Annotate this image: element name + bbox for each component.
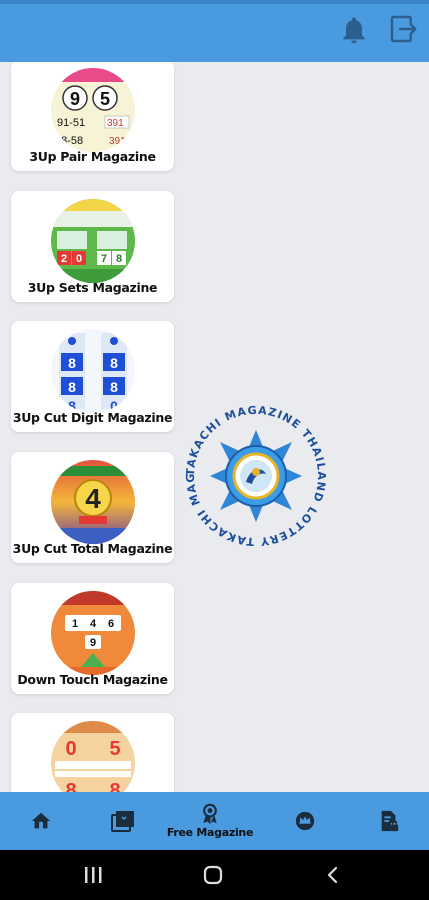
magazine-thumbnail: 1 4 6 9	[51, 591, 135, 675]
magazine-card-3up-cut-digit[interactable]: 8 8 8 8 8 0 3Up Cut Digit Magazine	[11, 321, 174, 432]
card-label: 3Up Cut Total Magazine	[12, 541, 173, 556]
logout-icon[interactable]	[388, 13, 420, 45]
magazine-thumbnail: 4	[51, 460, 135, 544]
card-label: Down Touch Magazine	[17, 672, 168, 687]
system-navigation-bar	[0, 850, 429, 900]
recent-apps-icon[interactable]	[82, 865, 104, 885]
thumb-number: 7	[101, 253, 107, 265]
thumb-number: 8	[109, 780, 120, 792]
magazine-thumbnail: 8 8 8 8 8 0	[51, 329, 135, 413]
status-bar-edge	[0, 0, 429, 4]
magazine-card-3up-cut-total[interactable]: 4 3Up Cut Total Magazine	[11, 452, 174, 563]
nav-gallery[interactable]	[102, 792, 144, 850]
home-icon	[31, 812, 51, 829]
magazine-card-3up-pair[interactable]: 9 5 91-51 391 98-58 391 3Up Pair Magazin…	[11, 62, 174, 171]
thumb-number: 6	[108, 618, 114, 630]
app-bar	[0, 0, 429, 62]
back-icon[interactable]	[322, 865, 344, 885]
card-label: 3Up Sets Magazine	[27, 280, 158, 295]
magazine-thumbnail: 2 0 7 8	[51, 199, 135, 283]
thumb-number: 8	[110, 379, 118, 395]
document-lock-icon	[381, 810, 399, 832]
nav-free-magazine[interactable]: Free Magazine	[160, 792, 260, 850]
thumb-number: 4	[90, 618, 97, 630]
thumb-number: 1	[72, 618, 78, 630]
thumb-number: 0	[65, 738, 76, 760]
thumb-number: 8	[116, 253, 122, 265]
thumb-number: 2	[61, 253, 67, 265]
nav-home[interactable]	[20, 792, 62, 850]
thumb-number: 5	[100, 89, 110, 109]
takachi-seal-logo: TAKACHI MAGAZINE THAILAND LOTTERY TAKACH…	[182, 402, 327, 548]
award-icon	[203, 803, 217, 824]
magazine-card-3up-sets[interactable]: 2 0 7 8 3Up Sets Magazine	[11, 191, 174, 302]
home-button-icon[interactable]	[202, 865, 224, 885]
crown-badge-icon	[295, 811, 315, 831]
magazine-card-down-touch[interactable]: 1 4 6 9 Down Touch Magazine	[11, 583, 174, 694]
thumb-number: 4	[85, 483, 101, 514]
magazine-thumbnail: 0 5 8 8	[51, 721, 135, 792]
thumb-number: 9	[90, 637, 96, 649]
card-label: 3Up Cut Digit Magazine	[12, 410, 173, 425]
card-label: 3Up Pair Magazine	[29, 149, 156, 164]
nav-label: Free Magazine	[166, 826, 254, 839]
thumb-number: 0	[76, 253, 82, 265]
thumb-number: 391	[109, 136, 126, 147]
magazine-thumbnail: 9 5 91-51 391 98-58 391	[51, 68, 135, 152]
thumb-number: 8	[68, 355, 76, 371]
nav-vip[interactable]	[284, 792, 326, 850]
bottom-navigation: Free Magazine	[0, 792, 429, 850]
photo-library-icon	[111, 811, 134, 832]
thumb-number: 9	[70, 89, 80, 109]
magazine-list: 9 5 91-51 391 98-58 391 3Up Pair Magazin…	[0, 62, 429, 792]
magazine-card-partial[interactable]: 0 5 8 8	[11, 713, 174, 792]
nav-privacy[interactable]	[368, 792, 410, 850]
thumb-number: 8	[68, 379, 76, 395]
thumb-number: 5	[109, 738, 120, 760]
thumb-number: 98-58	[55, 135, 83, 147]
bell-icon[interactable]	[338, 14, 370, 46]
thumb-number: 8	[65, 780, 76, 792]
thumb-number: 391	[107, 118, 124, 129]
thumb-number: 8	[110, 355, 118, 371]
thumb-number: 91-51	[57, 117, 85, 129]
